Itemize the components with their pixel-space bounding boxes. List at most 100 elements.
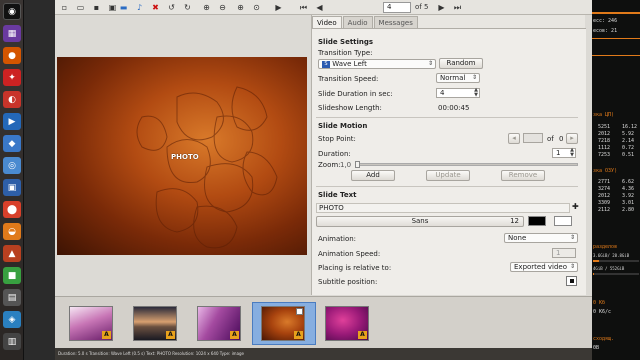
update-motion-button[interactable]: Update: [426, 170, 470, 181]
conky-disk-bar: [593, 260, 639, 262]
slide-text-input[interactable]: PHOTO: [316, 203, 570, 213]
tab-messages[interactable]: Messages: [373, 16, 418, 28]
slide-thumbnail[interactable]: A: [133, 306, 177, 341]
new-icon[interactable]: ▫: [59, 2, 70, 13]
expand-text-icon[interactable]: ✚: [572, 202, 579, 211]
zoom-100-icon[interactable]: ⊙: [251, 2, 262, 13]
slide-motion-heading: Slide Motion: [318, 122, 368, 130]
slide-thumbnail-selected[interactable]: A: [261, 306, 305, 341]
stop-point-prev-button[interactable]: ◂: [508, 133, 520, 144]
conky-threads: ecoв: 21: [593, 28, 618, 34]
app-icon[interactable]: ■: [3, 267, 21, 284]
zoom-slider-handle[interactable]: [355, 161, 360, 168]
slide-thumbnail[interactable]: A: [197, 306, 241, 341]
conky-ram-pid: 3309: [598, 200, 611, 206]
app-icon[interactable]: ⬤: [3, 201, 21, 218]
app-icon[interactable]: ✦: [3, 69, 21, 86]
settings-panel: Video Audio Messages Slide Settings Tran…: [311, 15, 586, 295]
conky-system-monitor: ecc: 246 ecoв: 21 зка ЦП) 5251 16.12 2012…: [592, 0, 640, 360]
slide-thumbnail[interactable]: A: [69, 306, 113, 341]
text-color-button[interactable]: [528, 216, 546, 226]
workspace-icon[interactable]: ▦: [3, 25, 21, 42]
add-motion-button[interactable]: Add: [351, 170, 395, 181]
stop-point-of: of: [547, 135, 554, 143]
delete-icon[interactable]: ✖: [150, 2, 161, 13]
conky-bar: [592, 12, 640, 14]
updown-arrow-icon: ⇕: [471, 74, 477, 81]
transition-speed-value: Normal: [440, 74, 466, 82]
app-icon[interactable]: ◈: [3, 311, 21, 328]
slide-duration-value: 4: [440, 89, 445, 97]
zoom-in-icon[interactable]: ⊕: [201, 2, 212, 13]
subtitle-position-button[interactable]: [566, 276, 577, 286]
app-icon[interactable]: ◎: [3, 157, 21, 174]
font-name: Sans: [411, 217, 429, 225]
slideshow-length-label: Slideshow Length:: [318, 104, 382, 112]
motion-duration-spin[interactable]: 1 ▲ ▼: [552, 148, 576, 158]
slide-thumbnail[interactable]: A: [325, 306, 369, 341]
rotate-left-icon[interactable]: ↺: [166, 2, 177, 13]
app-icon[interactable]: ▣: [3, 179, 21, 196]
random-button[interactable]: Random: [439, 58, 483, 69]
transition-badge: A: [358, 331, 367, 339]
zoom-value: 1,0: [340, 161, 352, 169]
motion-duration-value: 1: [556, 149, 561, 157]
zoom-slider[interactable]: [355, 161, 578, 168]
remove-motion-button[interactable]: Remove: [501, 170, 545, 181]
zoom-out-icon[interactable]: ⊖: [217, 2, 228, 13]
play-icon[interactable]: ▶: [273, 2, 284, 13]
status-bar: Duration: 5.0 s Transition: Wave Left (0…: [55, 348, 592, 360]
open-icon[interactable]: ▭: [75, 2, 86, 13]
tab-video[interactable]: Video: [312, 16, 342, 28]
export-icon[interactable]: ▬: [118, 2, 129, 13]
last-icon[interactable]: ⏭: [452, 2, 463, 13]
stop-point-input[interactable]: [523, 133, 543, 143]
app-icon[interactable]: ◆: [3, 135, 21, 152]
dash-icon[interactable]: ◉: [3, 3, 21, 20]
firefox-icon[interactable]: ●: [3, 47, 21, 64]
conky-ram-pct: 4.36: [622, 186, 635, 192]
animation-speed-label: Animation Speed:: [318, 250, 381, 258]
transition-type-select[interactable]: S Wave Left ⇕: [318, 59, 436, 69]
slide-preview[interactable]: PHOTO: [57, 57, 307, 255]
conky-cpu-pct: 2.14: [622, 138, 635, 144]
app-icon[interactable]: ◒: [3, 223, 21, 240]
transition-badge: A: [230, 331, 239, 339]
first-icon[interactable]: ⏮: [298, 2, 309, 13]
zoom-fit-icon[interactable]: ⊕: [235, 2, 246, 13]
app-icon[interactable]: ▲: [3, 245, 21, 262]
rotate-right-icon[interactable]: ↻: [182, 2, 193, 13]
save-as-icon[interactable]: ▣: [107, 2, 118, 13]
animation-select[interactable]: None ⇕: [504, 233, 578, 243]
slide-duration-spin[interactable]: 4 ▲ ▼: [436, 88, 480, 98]
conky-graph: [592, 38, 640, 56]
text-bg-color-button[interactable]: [554, 216, 572, 226]
transition-badge: A: [166, 331, 175, 339]
conky-ram-pid: 2771: [598, 179, 611, 185]
animation-speed-spin[interactable]: 1: [552, 248, 576, 258]
next-icon[interactable]: ▶: [436, 2, 447, 13]
slide-number-input[interactable]: 4: [383, 2, 411, 13]
stop-point-next-button[interactable]: ▸: [566, 133, 578, 144]
placing-value: Exported video: [514, 263, 568, 271]
conky-cpu-pid: 7218: [598, 138, 611, 144]
conky-cpu-pct: 0.72: [622, 145, 635, 151]
terminal-icon[interactable]: ▤: [3, 289, 21, 306]
prev-icon[interactable]: ◀: [314, 2, 325, 13]
app-icon[interactable]: ◐: [3, 91, 21, 108]
placing-select[interactable]: Exported video ⇕: [510, 262, 578, 272]
conky-disk-heading: разделов: [593, 244, 618, 250]
music-icon[interactable]: ♪: [134, 2, 145, 13]
font-button[interactable]: Sans 12: [316, 216, 524, 227]
tab-audio[interactable]: Audio: [342, 16, 373, 28]
zoom-label: Zoom:: [318, 161, 341, 169]
save-icon[interactable]: ▪: [91, 2, 102, 13]
media-icon[interactable]: ▶: [3, 113, 21, 130]
unity-launcher: ◉ ▦ ● ✦ ◐ ▶ ◆ ◎ ▣ ⬤ ◒ ▲ ■ ▤ ◈ ▥: [0, 0, 24, 360]
spin-arrows-icon[interactable]: ▲ ▼: [474, 88, 478, 98]
preview-overlay-text: PHOTO: [171, 153, 199, 161]
spin-arrows-icon[interactable]: ▲ ▼: [570, 148, 574, 158]
video-tab-content: Slide Settings Transition Type: S Wave L…: [312, 28, 586, 295]
trash-icon[interactable]: ▥: [3, 333, 21, 350]
transition-speed-select[interactable]: Normal ⇕: [436, 73, 480, 83]
